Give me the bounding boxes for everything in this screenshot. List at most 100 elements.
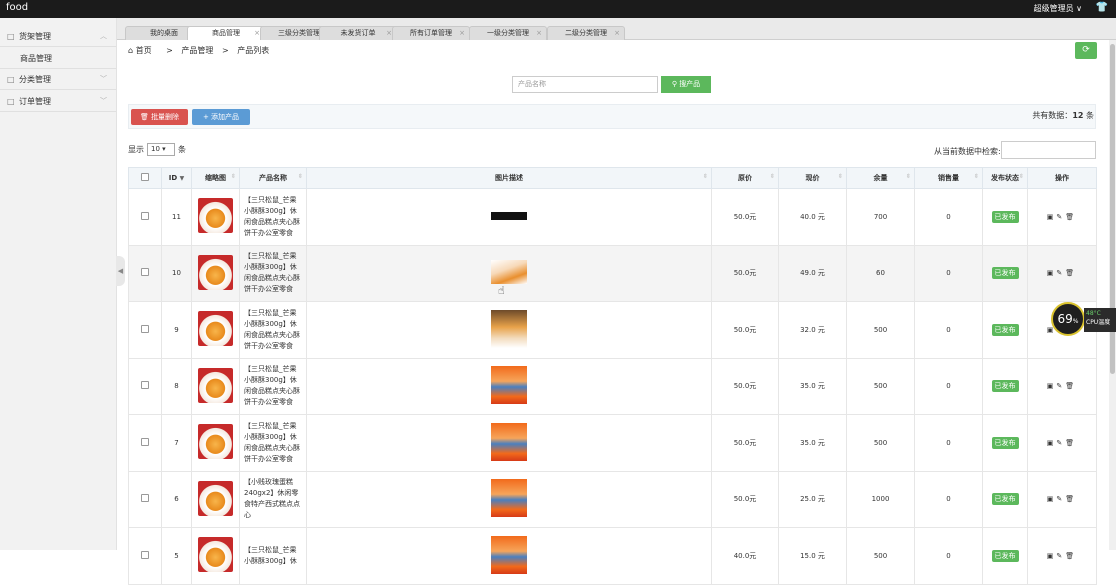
status-badge[interactable]: 已发布 xyxy=(991,436,1019,449)
sort-icon: ⇳ xyxy=(297,173,303,180)
header-id[interactable]: ID ▼ xyxy=(161,167,192,189)
row-image-desc-cell xyxy=(306,527,712,585)
page-length-select[interactable]: 10 ▾ xyxy=(147,143,175,156)
status-badge[interactable]: 已发布 xyxy=(991,267,1019,280)
row-select-cell[interactable] xyxy=(128,414,162,472)
product-thumbnail[interactable] xyxy=(198,198,233,234)
edit-icon[interactable]: ✎ xyxy=(1056,269,1065,277)
product-description-image[interactable] xyxy=(491,422,527,461)
status-badge[interactable]: 已发布 xyxy=(991,210,1019,223)
header-product-name[interactable]: 产品名称 ⇳ xyxy=(239,167,307,189)
toggle-publish-icon[interactable]: ▣ xyxy=(1047,495,1057,503)
header-original-price[interactable]: 原价 ⇳ xyxy=(711,167,779,189)
checkbox[interactable] xyxy=(141,211,149,220)
delete-icon[interactable]: 🗑 xyxy=(1065,213,1077,221)
product-thumbnail[interactable] xyxy=(198,367,233,403)
sidebar-item-shelf[interactable]: □ 货架管理 ︿ xyxy=(0,26,116,47)
search-input[interactable]: 产品名称 xyxy=(512,76,658,93)
tab-level2-category[interactable]: 二级分类管理 × xyxy=(547,26,625,40)
close-icon[interactable]: × xyxy=(614,27,620,40)
header-thumbnail[interactable]: 缩略图 ⇳ xyxy=(191,167,240,189)
header-stock[interactable]: 余量 ⇳ xyxy=(846,167,915,189)
checkbox[interactable] xyxy=(141,173,149,181)
delete-icon[interactable]: 🗑 xyxy=(1065,552,1077,560)
checkbox[interactable] xyxy=(141,494,149,503)
delete-icon[interactable]: 🗑 xyxy=(1065,269,1077,277)
row-status-cell: 已发布 xyxy=(982,357,1028,415)
row-select-cell[interactable] xyxy=(128,527,162,585)
product-thumbnail[interactable] xyxy=(198,480,233,516)
add-product-button[interactable]: + 添加产品 xyxy=(192,109,250,125)
app-logo[interactable]: food xyxy=(6,2,28,13)
product-thumbnail[interactable] xyxy=(198,254,233,290)
row-select-cell[interactable] xyxy=(128,470,162,528)
user-menu[interactable]: 超级管理员 ∨ xyxy=(1034,3,1082,14)
edit-icon[interactable]: ✎ xyxy=(1056,552,1065,560)
checkbox[interactable] xyxy=(141,437,149,446)
product-thumbnail[interactable] xyxy=(198,537,233,573)
breadcrumb-level1[interactable]: 产品管理 xyxy=(181,46,213,55)
header-select-all[interactable] xyxy=(128,167,162,189)
product-description-image[interactable] xyxy=(491,260,527,285)
status-badge[interactable]: 已发布 xyxy=(991,323,1019,336)
close-icon[interactable]: × xyxy=(459,27,465,40)
product-thumbnail[interactable] xyxy=(198,311,233,347)
tab-level1-category[interactable]: 一级分类管理 × xyxy=(469,26,547,40)
tab-product-management[interactable]: 商品管理 × xyxy=(187,26,265,40)
header-status[interactable]: 发布状态 ⇳ xyxy=(982,167,1028,189)
status-badge[interactable]: 已发布 xyxy=(991,549,1019,562)
sidebar-subitem-products[interactable]: 商品管理 xyxy=(0,48,116,69)
show-suffix: 条 xyxy=(178,145,186,154)
header-current-price[interactable]: 现价 ⇳ xyxy=(778,167,847,189)
tab-all-orders[interactable]: 所有订单管理 × xyxy=(392,26,470,40)
checkbox[interactable] xyxy=(141,550,149,559)
row-select-cell[interactable] xyxy=(128,244,162,302)
skin-icon[interactable]: 👕 xyxy=(1096,2,1108,13)
status-badge[interactable]: 已发布 xyxy=(991,493,1019,506)
checkbox[interactable] xyxy=(141,381,149,390)
row-select-cell[interactable] xyxy=(128,188,162,246)
edit-icon[interactable]: ✎ xyxy=(1056,495,1065,503)
refresh-button[interactable]: ⟳ xyxy=(1075,42,1097,59)
product-description-image[interactable] xyxy=(491,535,527,574)
toggle-publish-icon[interactable]: ▣ xyxy=(1047,269,1057,277)
cpu-usage-widget[interactable]: 69% xyxy=(1051,302,1085,336)
delete-icon[interactable]: 🗑 xyxy=(1065,382,1077,390)
filter-input[interactable] xyxy=(1001,141,1096,159)
sidebar-item-orders[interactable]: □ 订单管理 ﹀ xyxy=(0,91,116,112)
header-sales[interactable]: 销售量 ⇳ xyxy=(914,167,983,189)
checkbox[interactable] xyxy=(141,324,149,333)
toggle-publish-icon[interactable]: ▣ xyxy=(1047,382,1057,390)
edit-icon[interactable]: ✎ xyxy=(1056,382,1065,390)
breadcrumb-home[interactable]: 首页 xyxy=(136,46,152,55)
home-icon[interactable]: ⌂ 首页 xyxy=(128,46,158,55)
product-description-image[interactable] xyxy=(491,366,527,405)
row-select-cell[interactable] xyxy=(128,357,162,415)
row-select-cell[interactable] xyxy=(128,301,162,359)
toggle-publish-icon[interactable]: ▣ xyxy=(1047,439,1057,447)
row-status-cell: 已发布 xyxy=(982,244,1028,302)
product-description-image[interactable] xyxy=(491,211,527,220)
toggle-publish-icon[interactable]: ▣ xyxy=(1047,552,1057,560)
sidebar-collapse-handle[interactable]: ◀ xyxy=(116,256,125,286)
edit-icon[interactable]: ✎ xyxy=(1056,439,1065,447)
add-product-label: 添加产品 xyxy=(211,113,240,121)
search-button[interactable]: ⚲ 搜产品 xyxy=(661,76,711,93)
delete-icon[interactable]: 🗑 xyxy=(1065,495,1077,503)
close-icon[interactable]: × xyxy=(536,27,542,40)
product-description-image[interactable] xyxy=(491,479,527,518)
header-image-desc[interactable]: 图片描述 ⇳ xyxy=(306,167,712,189)
row-current-price: 32.0 元 xyxy=(778,301,847,359)
delete-icon[interactable]: 🗑 xyxy=(1065,439,1077,447)
page-scrollbar[interactable] xyxy=(1109,40,1116,550)
product-description-image[interactable] xyxy=(491,309,527,348)
table-row: 8 【三只松鼠_芒果小酥酥300g】休闲食品糕点夹心酥饼干办公室零食 50.0元 35… xyxy=(128,357,1097,415)
checkbox[interactable] xyxy=(141,268,149,277)
batch-delete-button[interactable]: 🗑 批量删除 xyxy=(131,109,188,125)
toggle-publish-icon[interactable]: ▣ xyxy=(1047,213,1057,221)
edit-icon[interactable]: ✎ xyxy=(1056,213,1065,221)
sidebar-item-category[interactable]: □ 分类管理 ﹀ xyxy=(0,69,116,90)
status-badge[interactable]: 已发布 xyxy=(991,380,1019,393)
product-thumbnail[interactable] xyxy=(198,424,233,460)
tab-unshipped-orders[interactable]: 未发货订单 × xyxy=(319,26,397,40)
